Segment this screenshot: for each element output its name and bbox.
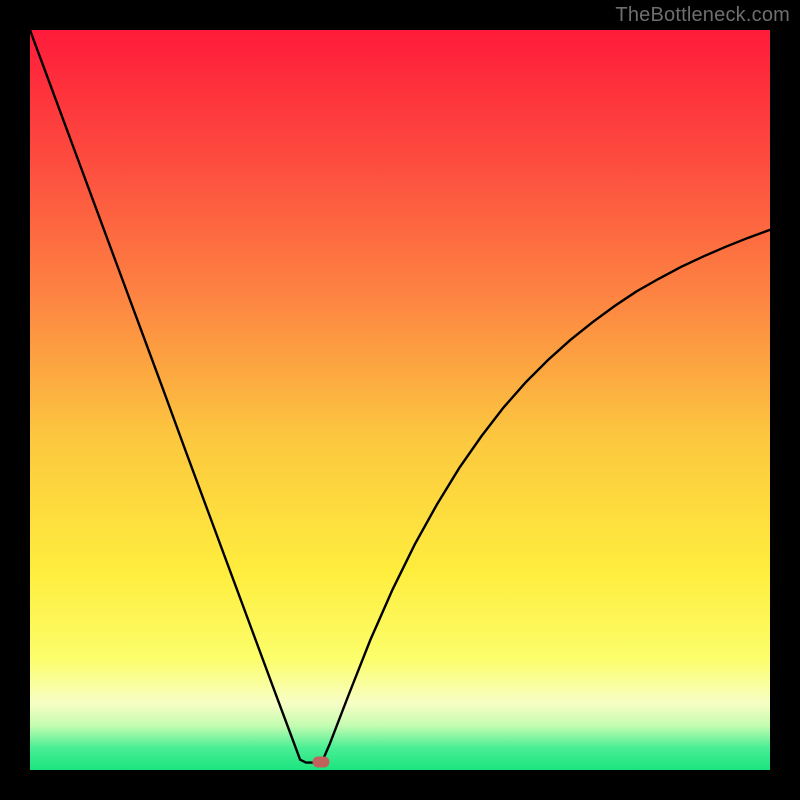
bottleneck-curve: [30, 30, 770, 763]
watermark-text: TheBottleneck.com: [615, 4, 790, 27]
minimum-marker: [312, 756, 329, 767]
plot-area: [30, 30, 770, 770]
curve-layer: [30, 30, 770, 770]
chart-frame: TheBottleneck.com: [0, 0, 800, 800]
